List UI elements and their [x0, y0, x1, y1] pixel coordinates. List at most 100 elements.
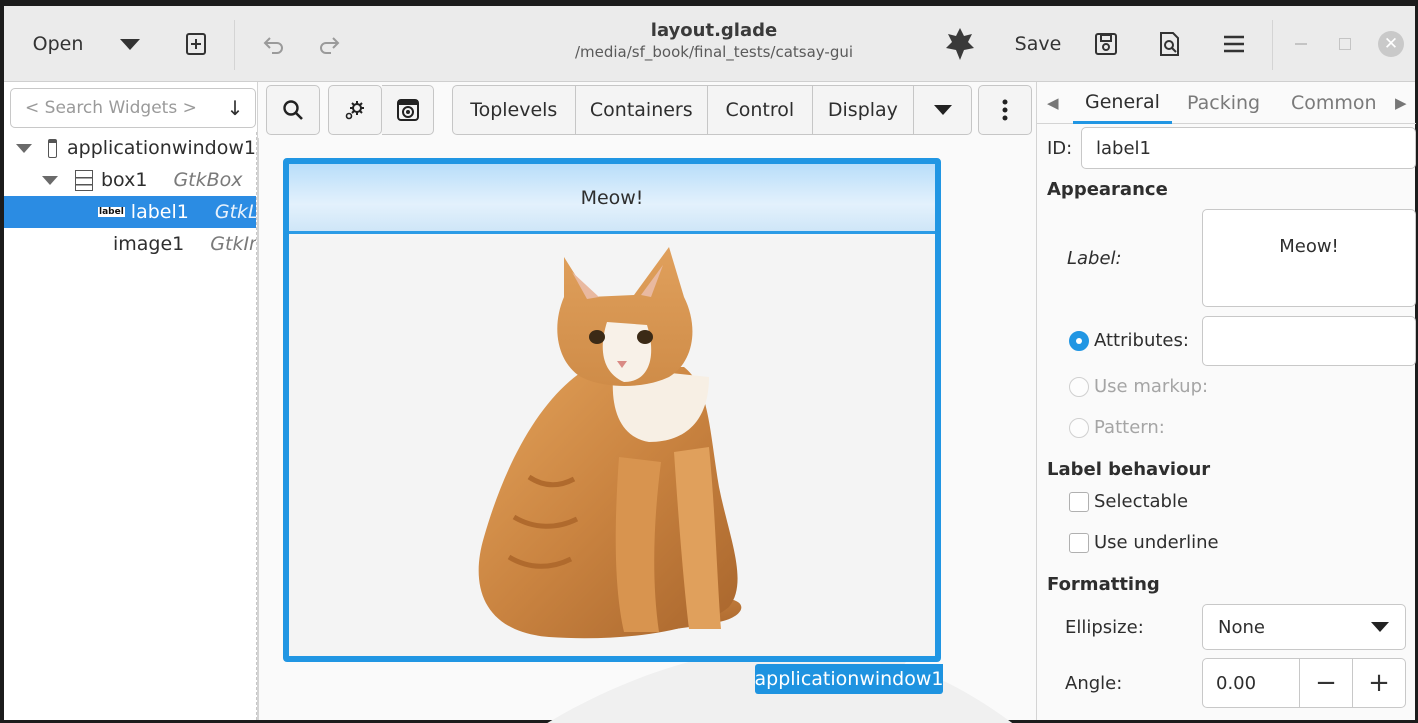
- control-group-button[interactable]: Control: [708, 86, 813, 134]
- palette-menu-button[interactable]: [978, 85, 1032, 135]
- formatting-heading: Formatting: [1047, 574, 1160, 595]
- window-title: layout.glade /media/sf_book/final_tests/…: [464, 20, 964, 61]
- expander-icon[interactable]: [42, 175, 58, 185]
- ellipsize-value: None: [1218, 616, 1265, 638]
- search-placeholder: < Search Widgets >: [25, 98, 197, 118]
- appearance-heading: Appearance: [1047, 179, 1168, 200]
- chevron-down-icon: [120, 38, 140, 50]
- save-button[interactable]: Save: [1006, 6, 1070, 82]
- vertical-ellipsis-icon: [1002, 99, 1008, 121]
- tree-item-label: label1: [130, 201, 189, 223]
- label-text-value: Meow!: [1279, 236, 1339, 257]
- tree-row[interactable]: image1 GtkImage: [4, 228, 256, 260]
- toplevels-group-button[interactable]: Toplevels: [453, 86, 576, 134]
- angle-value: 0.00: [1216, 672, 1257, 694]
- tree-item-label: applicationwindow1: [67, 137, 256, 159]
- redo-button[interactable]: [309, 6, 349, 82]
- selectable-label: Selectable: [1094, 491, 1189, 512]
- tree-item-type: GtkBox: [173, 169, 243, 191]
- maximize-button[interactable]: [1330, 6, 1360, 82]
- box-icon: [75, 169, 93, 191]
- tab-common[interactable]: Common: [1281, 82, 1387, 124]
- tree-item-type: GtkImage: [210, 233, 256, 255]
- label-widget-preview[interactable]: Meow!: [289, 164, 935, 234]
- search-icon: [283, 100, 303, 120]
- tree-row-selected[interactable]: label label1 GtkLabel: [4, 196, 256, 228]
- label-text-field[interactable]: Meow!: [1202, 209, 1416, 307]
- tree-row[interactable]: applicationwindow1: [4, 132, 256, 164]
- minus-icon[interactable]: −: [1299, 659, 1352, 707]
- tree-row[interactable]: box1 GtkBox: [4, 164, 256, 196]
- widget-box-icon: [396, 99, 419, 121]
- minimize-button[interactable]: [1286, 6, 1316, 82]
- application-window-preview[interactable]: Meow!: [283, 158, 941, 662]
- chevron-down-icon: [933, 105, 952, 115]
- maximize-icon: [1339, 38, 1351, 50]
- floppy-disk-icon: [1095, 33, 1117, 55]
- id-value: label1: [1096, 137, 1151, 159]
- undo-button[interactable]: [254, 6, 294, 82]
- project-tree: applicationwindow1 box1 GtkBox label lab…: [4, 132, 256, 260]
- tree-item-label: image1: [113, 233, 185, 255]
- preview-button[interactable]: [1150, 6, 1190, 82]
- tab-scroll-right-icon[interactable]: ▶: [1395, 82, 1407, 124]
- tree-item-type: GtkLabel: [214, 201, 256, 223]
- document-path: /media/sf_book/final_tests/catsay-gui: [574, 43, 854, 61]
- pattern-label: Pattern:: [1094, 417, 1165, 438]
- attributes-field[interactable]: [1202, 316, 1416, 366]
- deprecated-widgets-button[interactable]: [382, 85, 434, 135]
- undo-icon: [263, 37, 283, 54]
- window-icon: [48, 138, 58, 158]
- property-tabs: ◀ General Packing Common ▶: [1037, 82, 1416, 124]
- id-label: ID:: [1047, 138, 1073, 159]
- angle-spinbutton[interactable]: 0.00 − +: [1202, 658, 1406, 708]
- property-editor-panel: ◀ General Packing Common ▶ ID: label1 Ap…: [1036, 82, 1416, 720]
- open-button[interactable]: Open: [18, 6, 98, 82]
- new-project-button[interactable]: [176, 6, 216, 82]
- use-markup-radio[interactable]: [1069, 377, 1089, 397]
- close-button[interactable]: ✕: [1374, 6, 1408, 82]
- id-field[interactable]: label1: [1081, 127, 1416, 169]
- custom-widgets-button[interactable]: [328, 85, 382, 135]
- glade-about-button[interactable]: [936, 6, 984, 82]
- search-button[interactable]: [266, 85, 320, 135]
- image-widget-preview[interactable]: [289, 237, 935, 656]
- containers-group-button[interactable]: Containers: [576, 86, 709, 134]
- header-separator: [1272, 20, 1273, 70]
- main-menu-button[interactable]: [1214, 6, 1254, 82]
- more-groups-dropdown[interactable]: [914, 86, 971, 134]
- tab-general[interactable]: General: [1073, 82, 1172, 124]
- tab-packing[interactable]: Packing: [1177, 82, 1270, 124]
- label-widget-icon: label: [98, 207, 125, 217]
- header-bar: Open layout.glade /media/sf_book/final_t…: [4, 6, 1415, 82]
- tab-scroll-left-icon[interactable]: ◀: [1047, 82, 1059, 124]
- open-recent-dropdown[interactable]: [110, 6, 150, 82]
- palette-toolbar: Toplevels Containers Control Display: [258, 82, 1036, 138]
- attributes-radio[interactable]: [1069, 331, 1089, 351]
- expander-icon[interactable]: [16, 143, 32, 153]
- save-as-button[interactable]: [1086, 6, 1126, 82]
- label-text: Meow!: [580, 186, 644, 209]
- label-behaviour-heading: Label behaviour: [1047, 459, 1211, 480]
- toplevel-name-tag[interactable]: applicationwindow1: [755, 664, 944, 694]
- pattern-radio[interactable]: [1069, 418, 1089, 438]
- widget-search-field[interactable]: < Search Widgets > ↓: [10, 88, 256, 128]
- angle-label: Angle:: [1065, 673, 1123, 694]
- display-group-button[interactable]: Display: [813, 86, 915, 134]
- selectable-checkbox[interactable]: [1069, 492, 1089, 512]
- minimize-icon: [1295, 43, 1307, 45]
- ellipsize-combo[interactable]: None: [1202, 604, 1406, 650]
- header-separator: [234, 20, 235, 70]
- close-icon: ✕: [1378, 31, 1404, 57]
- cat-image: [478, 247, 742, 639]
- glade-logo-icon: [946, 28, 974, 60]
- plus-icon[interactable]: +: [1352, 659, 1405, 707]
- gears-icon: [345, 101, 364, 120]
- design-canvas[interactable]: Meow! applicationwindow1: [258, 138, 1036, 723]
- project-tree-panel: < Search Widgets > ↓ applicationwindow1 …: [4, 82, 258, 720]
- use-underline-checkbox[interactable]: [1069, 533, 1089, 553]
- arrow-down-icon[interactable]: ↓: [215, 96, 255, 120]
- use-markup-label: Use markup:: [1094, 376, 1209, 397]
- hamburger-menu-icon: [1224, 35, 1244, 53]
- new-document-icon: [186, 33, 206, 55]
